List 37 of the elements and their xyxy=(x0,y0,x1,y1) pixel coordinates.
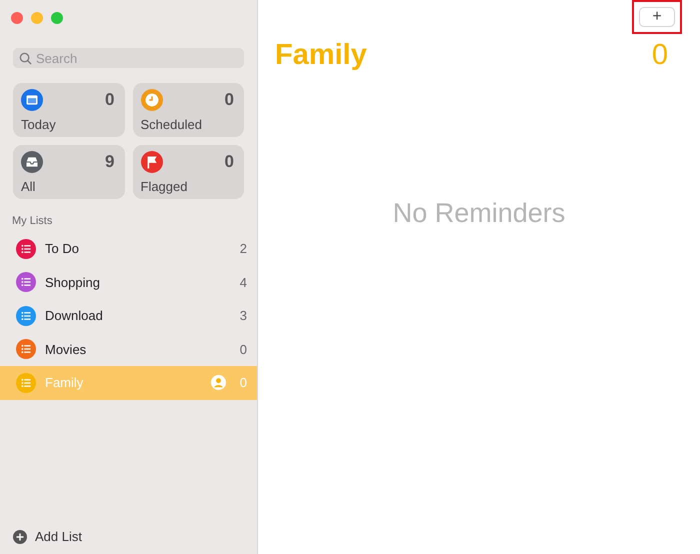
list-item[interactable]: To Do 2 xyxy=(0,232,257,266)
list-name: Family xyxy=(45,375,84,390)
count: 4 xyxy=(240,274,247,290)
smart-list-label: Scheduled xyxy=(140,117,203,132)
add-list-button[interactable]: Add List xyxy=(0,529,257,554)
add-button[interactable]: + xyxy=(639,7,675,27)
list-name: Movies xyxy=(45,342,88,357)
count: 9 xyxy=(105,152,114,172)
close-button[interactable] xyxy=(11,12,23,24)
count: 3 xyxy=(240,308,247,324)
list-name: To Do xyxy=(45,241,80,256)
smart-list-label: All xyxy=(21,179,36,194)
zoom-button[interactable] xyxy=(51,12,63,24)
count: 0 xyxy=(240,375,247,390)
list-name: Shopping xyxy=(45,274,101,290)
count: 0 xyxy=(224,152,234,172)
smart-list-card[interactable]: 0 Flagged xyxy=(132,145,244,199)
minimize-button[interactable] xyxy=(31,12,43,24)
list-item[interactable]: Movies 0 xyxy=(0,332,257,366)
smart-list-card[interactable]: 0 Today xyxy=(13,83,124,137)
smart-list-label: Today xyxy=(21,117,57,132)
smart-list-card[interactable]: 9 All xyxy=(13,145,124,199)
smart-list-label: Flagged xyxy=(140,179,188,194)
count: 2 xyxy=(240,241,247,256)
count: 0 xyxy=(652,39,668,72)
list-title: Family xyxy=(275,39,367,72)
search-field[interactable]: Search xyxy=(13,48,244,68)
plus-icon xyxy=(13,530,27,544)
list-item[interactable]: Shopping 4 xyxy=(0,266,257,299)
count: 0 xyxy=(105,90,114,110)
list-name: Download xyxy=(45,308,104,324)
section-heading: My Lists xyxy=(12,215,54,227)
count: 0 xyxy=(240,342,247,357)
count: 0 xyxy=(224,90,234,110)
list-item[interactable]: Download 3 xyxy=(0,299,257,332)
empty-message: No Reminders xyxy=(392,198,566,228)
smart-list-card[interactable]: 0 Scheduled xyxy=(132,83,244,137)
